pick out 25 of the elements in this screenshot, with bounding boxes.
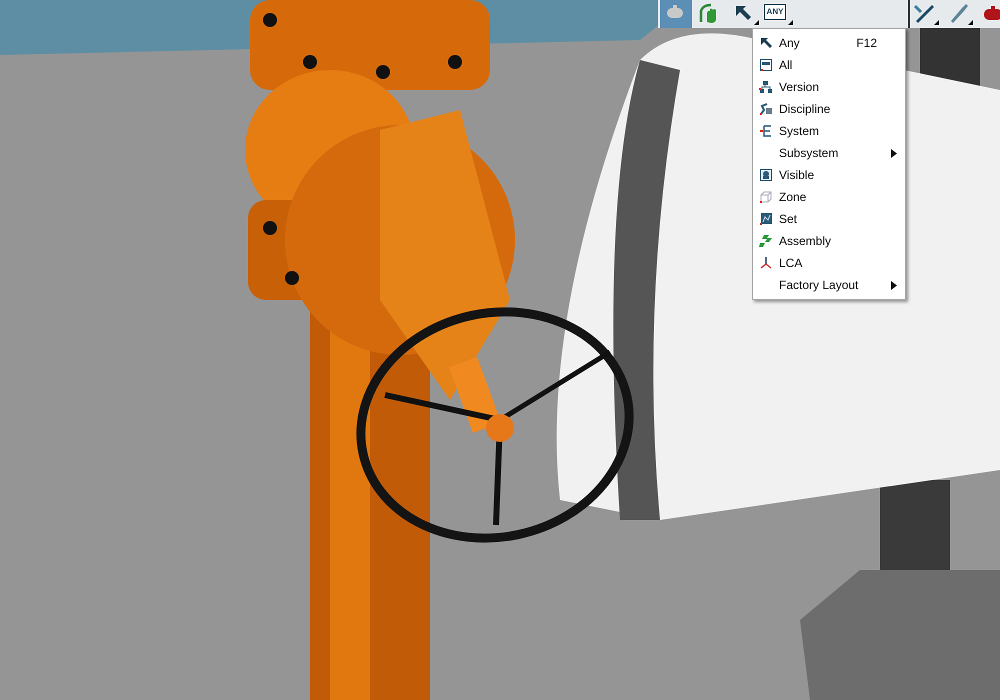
menu-item[interactable]: Factory Layout [753, 274, 905, 296]
hierarchy-icon [759, 80, 773, 94]
menu-item[interactable]: Discipline [753, 98, 905, 120]
menu-item[interactable]: System [753, 120, 905, 142]
menu-item[interactable]: Any F12 [753, 32, 905, 54]
menu-item[interactable]: Visible [753, 164, 905, 186]
menu-item[interactable]: Assembly [753, 230, 905, 252]
menu-item[interactable]: All [753, 54, 905, 76]
list-icon [759, 58, 773, 72]
pencil-icon [913, 2, 937, 26]
image-icon [759, 212, 773, 226]
shortcut-label: F12 [856, 36, 877, 50]
toolbar-button[interactable] [908, 0, 940, 28]
tree-icon [759, 124, 773, 138]
menu-item[interactable]: Set [753, 208, 905, 230]
menu-item[interactable]: Version [753, 76, 905, 98]
cube-outline-icon [759, 190, 773, 204]
piping-icon [759, 102, 773, 116]
pointer-icon [759, 36, 773, 50]
menu-item[interactable]: Zone [753, 186, 905, 208]
axis-icon [759, 256, 773, 270]
puzzle-icon [759, 234, 773, 248]
menu-item[interactable]: LCA [753, 252, 905, 274]
eye-box-icon [759, 168, 773, 182]
menu-item[interactable]: Subsystem [753, 142, 905, 164]
